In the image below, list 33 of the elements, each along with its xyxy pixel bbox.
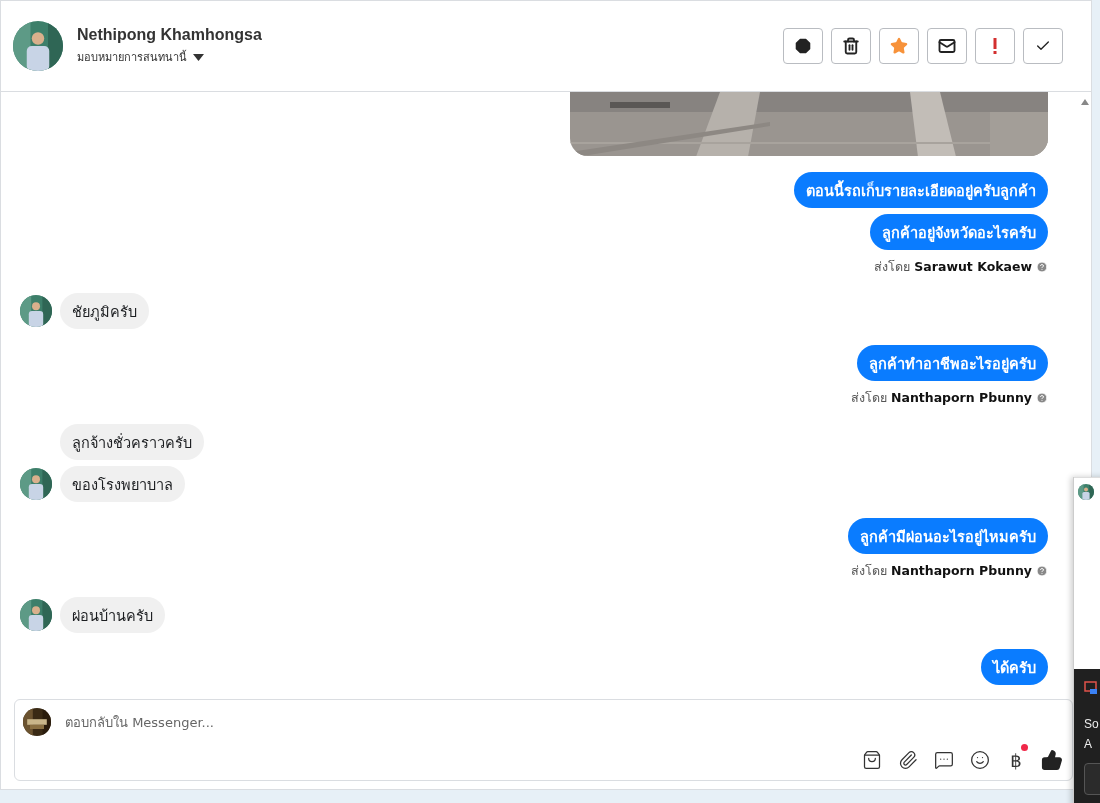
star-icon — [890, 37, 908, 55]
contact-name: Nethipong Khamhongsa — [77, 26, 263, 44]
message-bubble: ลูกจ้างชั่วคราวครับ — [60, 424, 204, 460]
popup-text: A — [1084, 736, 1093, 753]
help-icon[interactable] — [1036, 565, 1048, 577]
exclamation-icon — [993, 38, 997, 54]
trash-icon — [842, 37, 860, 55]
sent-by-text: ส่งโดย Nanthaporn Pbunny — [851, 562, 1032, 580]
unread-button[interactable] — [927, 28, 967, 64]
caret-icon — [193, 53, 204, 61]
scroll-up-icon[interactable] — [1081, 99, 1089, 105]
emoji-button[interactable] — [968, 748, 992, 772]
message-bubble: ลูกค้าทำอาชีพอะไรอยู่ครับ — [857, 345, 1048, 381]
message-bubble: ของโรงพยาบาล — [60, 466, 185, 502]
delete-button[interactable] — [831, 28, 871, 64]
star-button[interactable] — [879, 28, 919, 64]
help-icon[interactable] — [1036, 392, 1048, 404]
app-icon — [1084, 681, 1098, 695]
assign-dropdown[interactable]: มอบหมายการสนทนานี้ — [77, 48, 769, 66]
like-button[interactable] — [1040, 748, 1064, 772]
help-icon[interactable] — [1036, 261, 1048, 273]
envelope-icon — [938, 37, 956, 55]
spam-button[interactable] — [783, 28, 823, 64]
message-bubble: ลูกค้ามีผ่อนอะไรอยู่ไหมครับ — [848, 518, 1048, 554]
popup-text: So — [1084, 716, 1100, 733]
message-bubble: ชัยภูมิครับ — [60, 293, 149, 329]
sent-by-text: ส่งโดย Sarawut Kokaew — [874, 258, 1032, 276]
sent-by-text: ส่งโดย Nanthaporn Pbunny — [851, 389, 1032, 407]
message-bubble: ลูกค้าอยู่จังหวัดอะไรครับ — [870, 214, 1048, 250]
message-bubble: ตอนนี้รถเก็บรายละเอียดอยู่ครับลูกค้า — [794, 172, 1048, 208]
message-bubble: ผ่อนบ้านครับ — [60, 597, 165, 633]
payment-button[interactable]: ฿ — [1004, 748, 1028, 772]
message-bubble: ได้ครับ — [981, 649, 1048, 685]
